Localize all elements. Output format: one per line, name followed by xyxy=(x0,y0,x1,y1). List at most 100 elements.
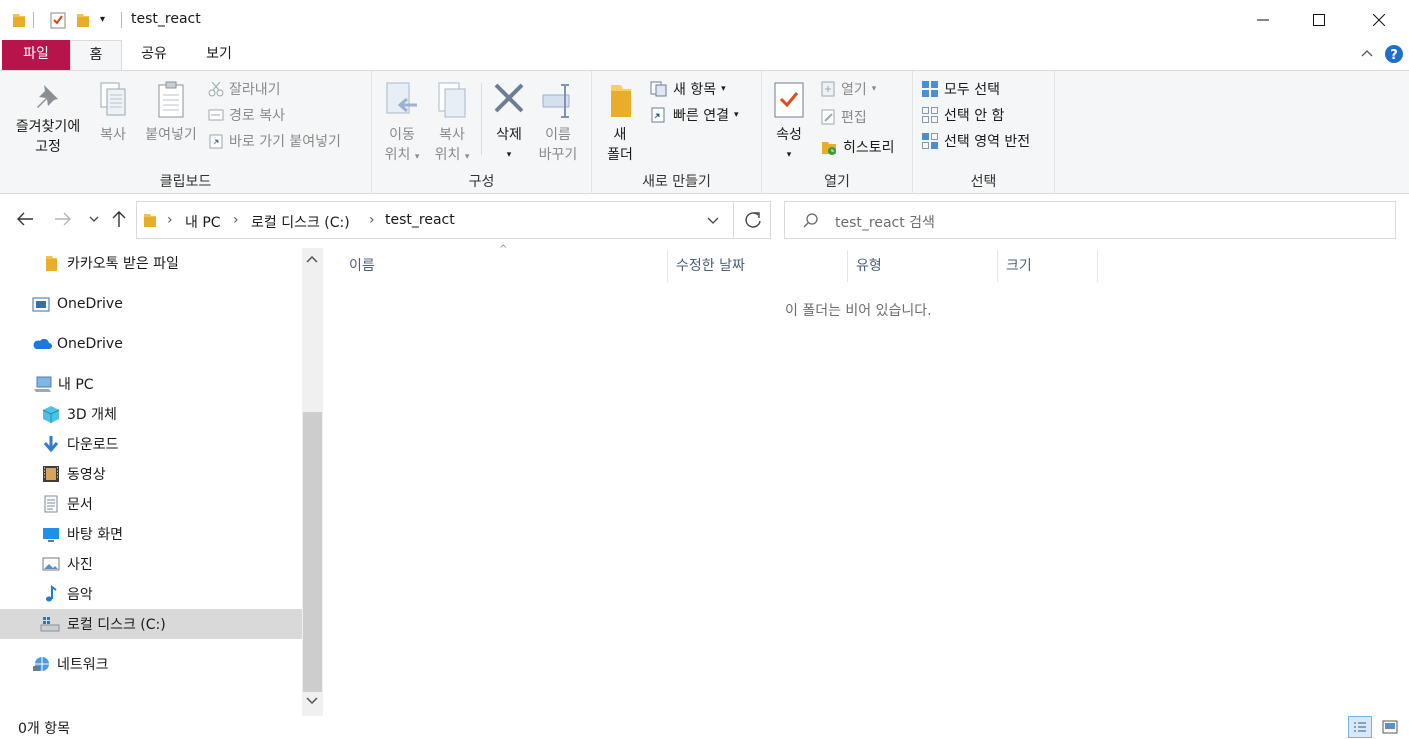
scroll-thumb[interactable] xyxy=(303,412,322,692)
select-all-icon xyxy=(921,80,939,98)
nav-item-downloads[interactable]: 다운로드 xyxy=(0,429,302,459)
nav-item-onedrive[interactable]: OneDrive xyxy=(0,329,302,359)
refresh-icon[interactable] xyxy=(744,211,762,229)
search-placeholder[interactable]: test_react 검색 xyxy=(835,212,935,232)
history-button[interactable]: 히스토리 xyxy=(820,137,895,157)
tab-share[interactable]: 공유 xyxy=(128,40,180,70)
copy-icon xyxy=(97,81,129,121)
drive-icon xyxy=(40,615,60,633)
breadcrumb-folder[interactable]: test_react xyxy=(385,212,455,228)
large-icons-view-button[interactable] xyxy=(1378,716,1402,738)
breadcrumb-separator-icon[interactable]: › xyxy=(233,212,239,228)
paste-shortcut-icon xyxy=(208,133,224,149)
column-header-type[interactable]: 유형 xyxy=(848,250,998,282)
pictures-icon xyxy=(42,555,60,573)
search-box[interactable]: test_react 검색 xyxy=(784,201,1396,239)
details-view-button[interactable] xyxy=(1348,716,1372,738)
breadcrumb-pc[interactable]: 내 PC xyxy=(185,212,221,232)
delete-button[interactable]: 삭제 ▾ xyxy=(486,81,532,165)
history-icon xyxy=(820,138,838,156)
address-bar[interactable]: › 내 PC › 로컬 디스크 (C:) › test_react xyxy=(136,201,771,239)
edit-button[interactable]: 편집 xyxy=(820,107,867,127)
group-label: 열기 xyxy=(824,174,850,190)
nav-item-network[interactable]: 네트워크 xyxy=(0,649,302,679)
nav-item-desktop[interactable]: 바탕 화면 xyxy=(0,519,302,549)
column-header-name[interactable]: 이름 xyxy=(341,250,668,282)
help-icon[interactable]: ? xyxy=(1384,44,1404,64)
back-arrow-icon[interactable] xyxy=(16,212,34,226)
paste-icon xyxy=(155,81,187,121)
new-folder-quick-icon[interactable] xyxy=(76,12,90,28)
nav-item-pictures[interactable]: 사진 xyxy=(0,549,302,579)
copy-path-button[interactable]: 경로 복사 xyxy=(208,105,285,125)
tab-view[interactable]: 보기 xyxy=(190,40,248,70)
empty-folder-message: 이 폴더는 비어 있습니다. xyxy=(785,303,932,319)
scroll-down-icon[interactable] xyxy=(306,696,318,706)
group-label: 클립보드 xyxy=(159,174,212,190)
scroll-up-icon[interactable] xyxy=(306,254,318,264)
close-button[interactable] xyxy=(1356,0,1402,40)
customize-quick-access-icon[interactable]: ▾ xyxy=(100,14,105,25)
paste-shortcut-button[interactable]: 바로 가기 붙여넣기 xyxy=(208,131,341,151)
recent-locations-icon[interactable] xyxy=(88,214,100,224)
collapse-ribbon-icon[interactable] xyxy=(1360,46,1374,60)
nav-item-kakaotalk-files[interactable]: 카카오톡 받은 파일 xyxy=(0,248,302,278)
up-arrow-icon[interactable] xyxy=(112,210,126,228)
maximize-button[interactable] xyxy=(1296,0,1342,40)
video-icon xyxy=(42,465,60,483)
breadcrumb-drive[interactable]: 로컬 디스크 (C:) xyxy=(251,212,350,232)
3d-objects-icon xyxy=(42,405,60,423)
separator xyxy=(33,12,34,28)
cut-button[interactable]: 잘라내기 xyxy=(208,79,281,99)
column-header-size[interactable]: 크기 xyxy=(998,250,1098,282)
copy-to-icon xyxy=(435,81,469,121)
new-item-icon xyxy=(650,81,668,97)
pin-to-quick-access-button[interactable]: 즐겨찾기에 고정 xyxy=(6,81,90,157)
select-all-button[interactable]: 모두 선택 xyxy=(921,79,1000,99)
forward-arrow-icon[interactable] xyxy=(54,212,72,226)
copy-button[interactable]: 복사 xyxy=(92,81,134,145)
paste-button[interactable]: 붙여넣기 xyxy=(138,81,204,145)
easy-access-icon xyxy=(650,107,668,123)
new-item-button[interactable]: 새 항목 ▾ xyxy=(650,79,726,99)
tab-file[interactable]: 파일 xyxy=(2,40,70,70)
separator xyxy=(481,83,482,155)
invert-selection-button[interactable]: 선택 영역 반전 xyxy=(921,131,1030,151)
nav-item-videos[interactable]: 동영상 xyxy=(0,459,302,489)
tab-home[interactable]: 홈 xyxy=(70,40,122,71)
select-none-icon xyxy=(921,106,939,124)
minimize-button[interactable] xyxy=(1240,0,1286,40)
invert-selection-icon xyxy=(921,132,939,150)
breadcrumb-separator-icon[interactable]: › xyxy=(167,212,173,228)
rename-icon xyxy=(539,81,577,121)
music-icon xyxy=(42,585,60,603)
group-organize: 이동 위치 ▾ 복사 위치 ▾ 삭제 ▾ 이름 바꾸기 구성 xyxy=(372,71,592,195)
nav-item-this-pc[interactable]: 내 PC xyxy=(0,369,302,399)
open-button[interactable]: 열기 ▾ xyxy=(820,79,876,99)
nav-item-3d-objects[interactable]: 3D 개체 xyxy=(0,399,302,429)
nav-item-documents[interactable]: 문서 xyxy=(0,489,302,519)
easy-access-button[interactable]: 빠른 연결 ▾ xyxy=(650,105,739,125)
new-folder-icon xyxy=(605,81,635,121)
properties-quick-icon[interactable] xyxy=(50,11,66,29)
copy-path-icon xyxy=(208,108,224,122)
move-to-button[interactable]: 이동 위치 ▾ xyxy=(378,81,426,167)
nav-item-music[interactable]: 음악 xyxy=(0,579,302,609)
nav-item-onedrive-business[interactable]: OneDrive xyxy=(0,289,302,319)
column-header-date-modified[interactable]: 수정한 날짜 xyxy=(668,250,848,282)
rename-button[interactable]: 이름 바꾸기 xyxy=(534,81,582,165)
separator xyxy=(121,12,122,28)
nav-item-local-disk[interactable]: 로컬 디스크 (C:) xyxy=(0,609,302,639)
folder-icon xyxy=(143,212,157,228)
group-label: 선택 xyxy=(970,174,997,190)
large-icons-view-icon xyxy=(1382,720,1398,734)
copy-to-button[interactable]: 복사 위치 ▾ xyxy=(428,81,476,167)
delete-x-icon xyxy=(492,81,526,121)
new-folder-button[interactable]: 새 폴더 xyxy=(598,81,642,165)
breadcrumb-separator-icon[interactable]: › xyxy=(369,212,375,228)
address-dropdown-icon[interactable] xyxy=(707,215,719,225)
title-bar: ▾ test_react xyxy=(0,0,1409,40)
scissors-icon xyxy=(208,81,224,97)
properties-button[interactable]: 속성 ▾ xyxy=(766,81,812,165)
select-none-button[interactable]: 선택 안 함 xyxy=(921,105,1004,125)
